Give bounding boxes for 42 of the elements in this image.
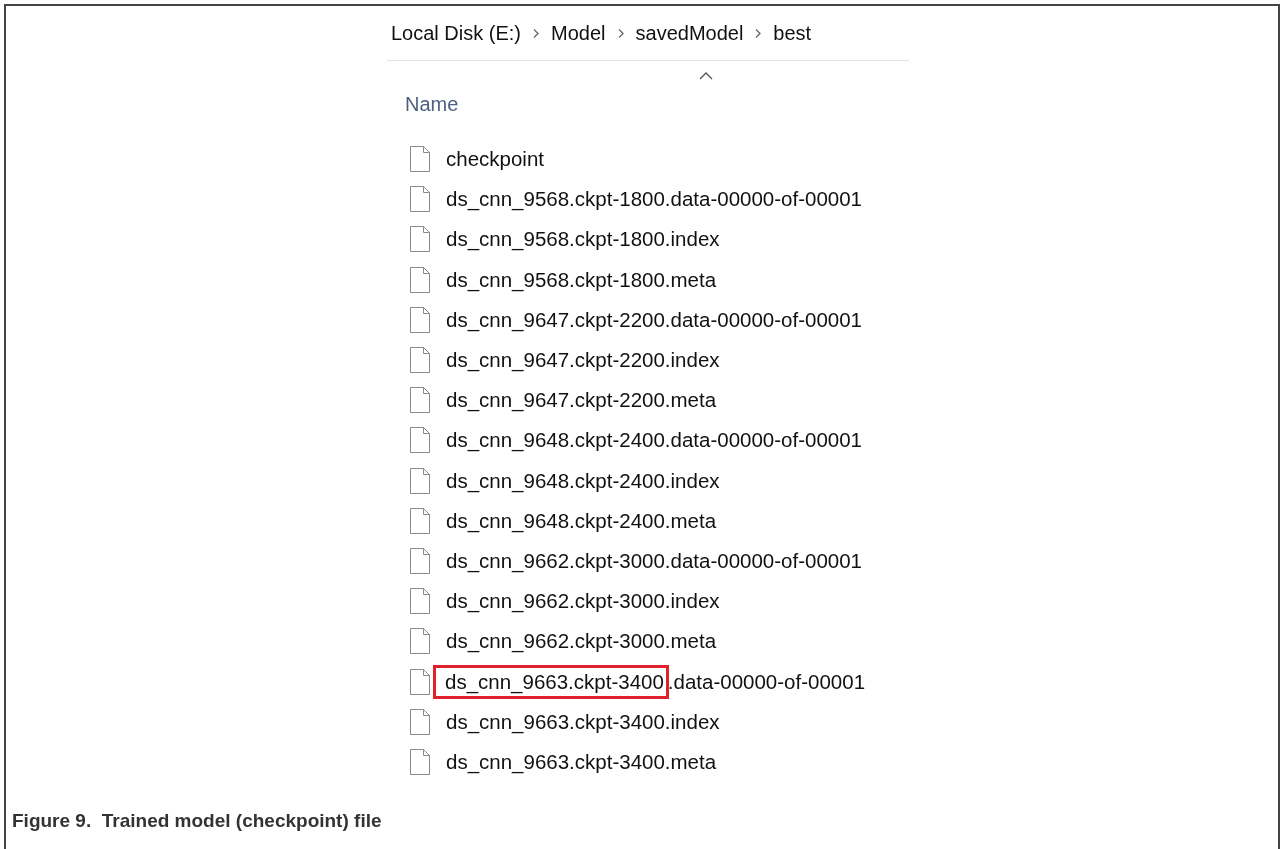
file-name[interactable]: checkpoint [446, 147, 544, 172]
chevron-icon [616, 27, 625, 39]
file-icon [410, 186, 430, 213]
file-icon [410, 507, 430, 534]
file-name[interactable]: ds_cnn_9663.ckpt-3400.meta [446, 749, 717, 774]
file-icon [410, 347, 430, 374]
file-icon [410, 748, 430, 775]
file-name[interactable]: ds_cnn_9648.ckpt-2400.data-00000-of-00001 [446, 428, 863, 453]
file-name[interactable]: ds_cnn_9648.ckpt-2400.meta [446, 508, 717, 533]
highlight-frame: ds_cnn_9663.ckpt-3400 [433, 664, 669, 699]
file-icon [410, 427, 430, 454]
file-icon [410, 547, 430, 574]
breadcrumb-item[interactable]: Local Disk (E:) [391, 21, 522, 45]
file-name[interactable]: ds_cnn_9662.ckpt-3000.index [446, 589, 720, 614]
figure-caption: Figure 9. Trained model (checkpoint) file [11, 810, 383, 832]
file-name[interactable]: ds_cnn_9647.ckpt-2200.meta [446, 388, 717, 413]
file-name[interactable]: ds_cnn_9647.ckpt-2200.index [446, 348, 720, 373]
file-icon [410, 708, 430, 735]
file-icon [410, 266, 430, 293]
file-name[interactable]: .data-00000-of-00001 [667, 669, 866, 694]
file-icon [410, 668, 430, 695]
column-header[interactable]: Name [405, 93, 459, 116]
file-icon [410, 628, 430, 655]
file-name[interactable]: ds_cnn_9647.ckpt-2200.data-00000-of-00001 [446, 307, 863, 332]
breadcrumb-item[interactable]: Model [551, 21, 606, 45]
chevron-icon [754, 27, 763, 39]
file-name[interactable]: ds_cnn_9662.ckpt-3000.meta [446, 629, 717, 654]
breadcrumb-item[interactable]: best [773, 21, 812, 45]
file-icon [410, 467, 430, 494]
file-name[interactable]: ds_cnn_9663.ckpt-3400.index [446, 709, 720, 734]
file-icon [410, 387, 430, 414]
file-icon [410, 226, 430, 253]
file-icon [410, 588, 430, 615]
file-icon [410, 146, 430, 173]
breadcrumb-item[interactable]: savedModel [635, 21, 744, 45]
file-name[interactable]: ds_cnn_9648.ckpt-2400.index [446, 468, 720, 493]
file-name[interactable]: ds_cnn_9662.ckpt-3000.data-00000-of-00001 [446, 548, 863, 573]
file-name[interactable]: ds_cnn_9568.ckpt-1800.index [446, 227, 720, 252]
chevron-icon [532, 27, 541, 39]
file-name[interactable]: ds_cnn_9568.ckpt-1800.data-00000-of-00001 [446, 187, 863, 212]
file-icon [410, 306, 430, 333]
file-name[interactable]: ds_cnn_9568.ckpt-1800.meta [446, 267, 717, 292]
